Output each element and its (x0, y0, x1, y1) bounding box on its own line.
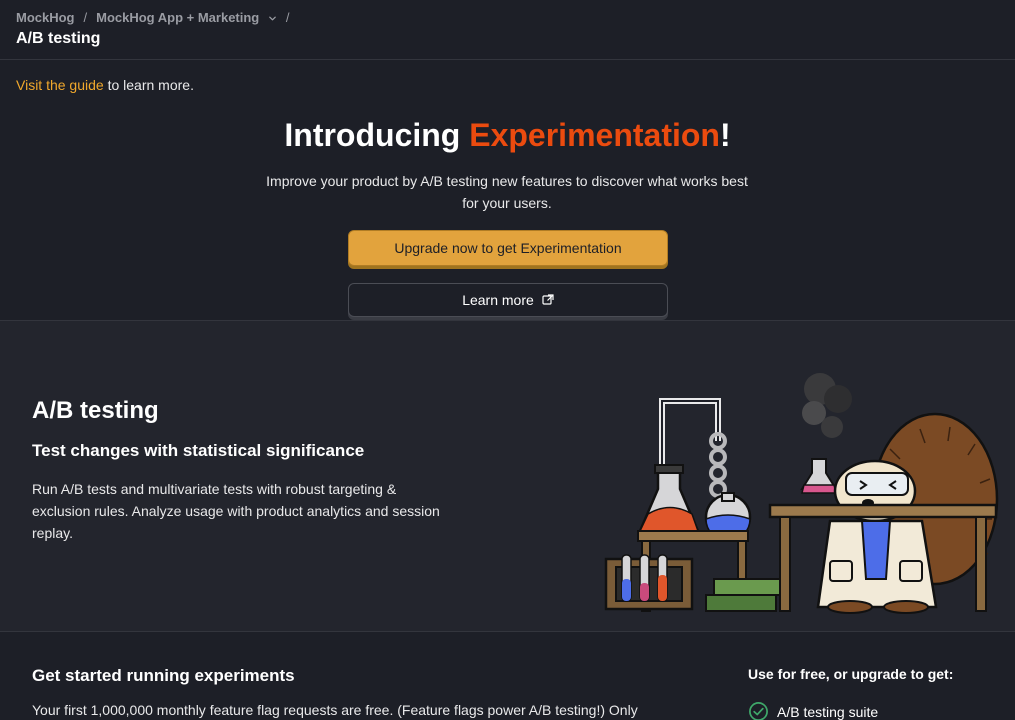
hero-title-accent: Experimentation (469, 117, 720, 153)
hero-title-prefix: Introducing (284, 117, 470, 153)
feature-description: Run A/B tests and multivariate tests wit… (32, 481, 440, 541)
learn-more-button[interactable]: Learn more (348, 283, 668, 317)
visit-guide-link[interactable]: Visit the guide (16, 77, 104, 93)
upgrade-benefits-heading: Use for free, or upgrade to get: (748, 666, 954, 682)
upgrade-button[interactable]: Upgrade now to get Experimentation (348, 230, 668, 266)
feature-title: A/B testing (32, 397, 159, 424)
feature-subtitle: Test changes with statistical significan… (32, 441, 365, 460)
benefit-label: A/B testing suite (777, 703, 879, 720)
upgrade-button-label: Upgrade now to get Experimentation (394, 240, 622, 256)
top-bar: MockHog / MockHog App + Marketing / A/B … (0, 0, 1015, 60)
get-started-title: Get started running experiments (32, 666, 295, 685)
chevron-down-icon (269, 16, 276, 21)
guide-line: Visit the guide to learn more. (16, 77, 194, 93)
breadcrumb-project-label: MockHog App + Marketing (96, 10, 260, 25)
guide-suffix: to learn more. (103, 77, 194, 93)
learn-more-label: Learn more (462, 292, 534, 308)
hedgehog-scientist-lab-illustration (604, 373, 999, 614)
breadcrumb-separator: / (83, 10, 88, 25)
hero-description: Improve your product by A/B testing new … (266, 173, 748, 211)
page-title: A/B testing (16, 30, 101, 47)
hero-title: Introducing Experimentation! (0, 117, 1015, 154)
get-started-description: Your first 1,000,000 monthly feature fla… (32, 702, 638, 718)
breadcrumb: MockHog / MockHog App + Marketing / (16, 10, 299, 25)
breadcrumb-project[interactable]: MockHog App + Marketing (96, 10, 277, 25)
breadcrumb-separator: / (285, 10, 290, 25)
external-link-icon (542, 294, 554, 305)
benefit-item: A/B testing suite (748, 701, 878, 720)
feature-panel: A/B testing Test changes with statistica… (0, 320, 1015, 632)
hero-title-suffix: ! (719, 117, 731, 153)
breadcrumb-org[interactable]: MockHog (16, 10, 75, 25)
check-circle-icon (749, 702, 768, 720)
